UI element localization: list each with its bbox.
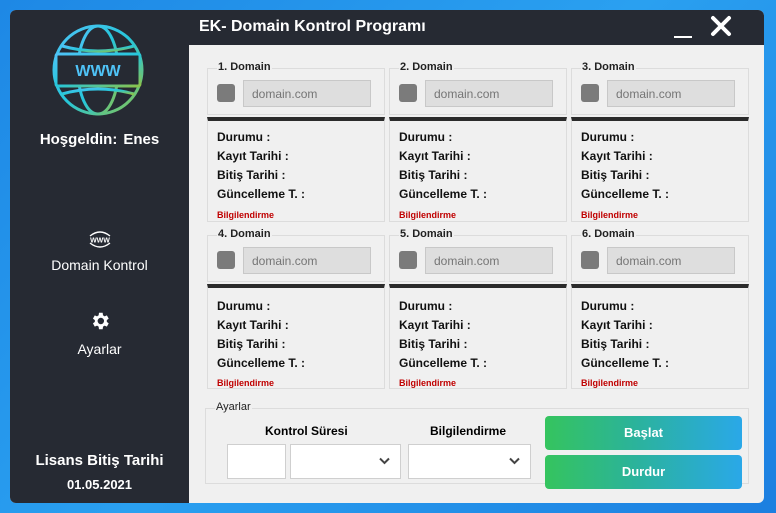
domain-5-checkbox[interactable] — [399, 251, 417, 269]
domain-2-updated: Güncelleme T. : — [399, 187, 488, 201]
domain-2-status: Durumu : — [399, 130, 453, 144]
nav-domain-kontrol[interactable]: WWW Domain Kontrol — [10, 230, 189, 273]
domain-3-card: 3. Domain — [571, 61, 749, 115]
close-button[interactable] — [709, 12, 733, 40]
domain-5-details: Durumu : Kayıt Tarihi : Bitiş Tarihi : G… — [389, 284, 567, 389]
domain-2-notify: Bilgilendirme — [399, 210, 457, 220]
domain-4-updated: Güncelleme T. : — [217, 356, 306, 370]
domain-3-notify: Bilgilendirme — [581, 210, 639, 220]
domain-6-expiry: Bitiş Tarihi : — [581, 337, 650, 351]
start-button[interactable]: Başlat — [545, 416, 742, 450]
title-bar: EK- Domain Kontrol Programı — [189, 10, 764, 45]
nav-ayarlar-label: Ayarlar — [77, 341, 122, 357]
domain-4-details: Durumu : Kayıt Tarihi : Bitiş Tarihi : G… — [207, 284, 385, 389]
nav-domain-label: Domain Kontrol — [51, 257, 148, 273]
domain-4-status: Durumu : — [217, 299, 271, 313]
domain-1-checkbox[interactable] — [217, 84, 235, 102]
domain-3-status: Durumu : — [581, 130, 635, 144]
globe-www-logo: WWW — [52, 24, 144, 116]
domain-1-registered: Kayıt Tarihi : — [217, 149, 289, 163]
domain-1-notify: Bilgilendirme — [217, 210, 275, 220]
domain-6-notify: Bilgilendirme — [581, 378, 639, 388]
domain-4-registered: Kayıt Tarihi : — [217, 318, 289, 332]
domain-3-expiry: Bitiş Tarihi : — [581, 168, 650, 182]
user-name: Enes — [123, 131, 160, 148]
domain-3-registered: Kayıt Tarihi : — [581, 149, 653, 163]
domain-5-updated: Güncelleme T. : — [399, 356, 488, 370]
domain-3-details: Durumu : Kayıt Tarihi : Bitiş Tarihi : G… — [571, 117, 749, 222]
domain-2-details: Durumu : Kayıt Tarihi : Bitiş Tarihi : G… — [389, 117, 567, 222]
interval-unit-select[interactable] — [290, 444, 401, 479]
domain-3-input[interactable] — [607, 80, 735, 107]
domain-2-registered: Kayıt Tarihi : — [399, 149, 471, 163]
svg-text:WWW: WWW — [75, 63, 121, 80]
chevron-down-icon — [509, 457, 520, 465]
sidebar: WWW Hoşgeldin: Enes WWW Domain Kontrol Ay… — [10, 10, 189, 503]
notify-select[interactable] — [408, 444, 531, 479]
license-label: Lisans Bitiş Tarihi — [35, 452, 164, 469]
www-icon: WWW — [89, 231, 110, 248]
stop-button[interactable]: Durdur — [545, 455, 742, 489]
domain-6-registered: Kayıt Tarihi : — [581, 318, 653, 332]
notify-label: Bilgilendirme — [430, 424, 507, 438]
domain-1-status: Durumu : — [217, 130, 271, 144]
domain-2-expiry: Bitiş Tarihi : — [399, 168, 468, 182]
domain-5-registered: Kayıt Tarihi : — [399, 318, 471, 332]
domain-6-card: 6. Domain — [571, 228, 749, 282]
domain-5-card: 5. Domain — [389, 228, 567, 282]
domain-1-card: 1. Domain — [207, 61, 385, 115]
domain-3-checkbox[interactable] — [581, 84, 599, 102]
domain-2-card: 2. Domain — [389, 61, 567, 115]
domain-5-status: Durumu : — [399, 299, 453, 313]
svg-text:WWW: WWW — [90, 238, 110, 245]
interval-label: Kontrol Süresi — [265, 424, 348, 438]
domain-2-label: 2. Domain — [399, 61, 454, 73]
domain-6-details: Durumu : Kayıt Tarihi : Bitiş Tarihi : G… — [571, 284, 749, 389]
domain-3-updated: Güncelleme T. : — [581, 187, 670, 201]
interval-value-input[interactable] — [227, 444, 286, 479]
domain-4-checkbox[interactable] — [217, 251, 235, 269]
window-title: EK- Domain Kontrol Programı — [199, 18, 426, 35]
domain-3-label: 3. Domain — [581, 61, 636, 73]
domain-4-card: 4. Domain — [207, 228, 385, 282]
domain-6-updated: Güncelleme T. : — [581, 356, 670, 370]
domain-6-status: Durumu : — [581, 299, 635, 313]
close-icon — [711, 16, 731, 36]
domain-6-label: 6. Domain — [581, 228, 636, 240]
domain-1-details: Durumu : Kayıt Tarihi : Bitiş Tarihi : G… — [207, 117, 385, 222]
license-info: Lisans Bitiş Tarihi 01.05.2021 — [10, 452, 189, 492]
domain-4-expiry: Bitiş Tarihi : — [217, 337, 286, 351]
domain-1-input[interactable] — [243, 80, 371, 107]
settings-group: Ayarlar Kontrol Süresi Bilgilendirme Baş… — [205, 401, 749, 489]
domain-4-input[interactable] — [243, 247, 371, 274]
domain-4-notify: Bilgilendirme — [217, 378, 275, 388]
domain-1-updated: Güncelleme T. : — [217, 187, 306, 201]
domain-5-notify: Bilgilendirme — [399, 378, 457, 388]
domain-5-label: 5. Domain — [399, 228, 454, 240]
welcome-label: Hoşgeldin: — [39, 131, 118, 148]
domain-4-label: 4. Domain — [217, 228, 272, 240]
domain-5-input[interactable] — [425, 247, 553, 274]
welcome-text: Hoşgeldin: Enes — [10, 131, 189, 148]
gear-icon — [92, 312, 109, 330]
minimize-button[interactable] — [672, 14, 694, 40]
domain-2-checkbox[interactable] — [399, 84, 417, 102]
domain-1-expiry: Bitiş Tarihi : — [217, 168, 286, 182]
domain-5-expiry: Bitiş Tarihi : — [399, 337, 468, 351]
settings-legend: Ayarlar — [215, 401, 252, 413]
domain-1-label: 1. Domain — [217, 61, 272, 73]
license-date: 01.05.2021 — [66, 477, 133, 492]
domain-6-input[interactable] — [607, 247, 735, 274]
chevron-down-icon — [379, 457, 390, 465]
domain-2-input[interactable] — [425, 80, 553, 107]
app-window: WWW Hoşgeldin: Enes WWW Domain Kontrol Ay… — [10, 10, 764, 503]
domain-6-checkbox[interactable] — [581, 251, 599, 269]
nav-ayarlar[interactable]: Ayarlar — [10, 310, 189, 357]
